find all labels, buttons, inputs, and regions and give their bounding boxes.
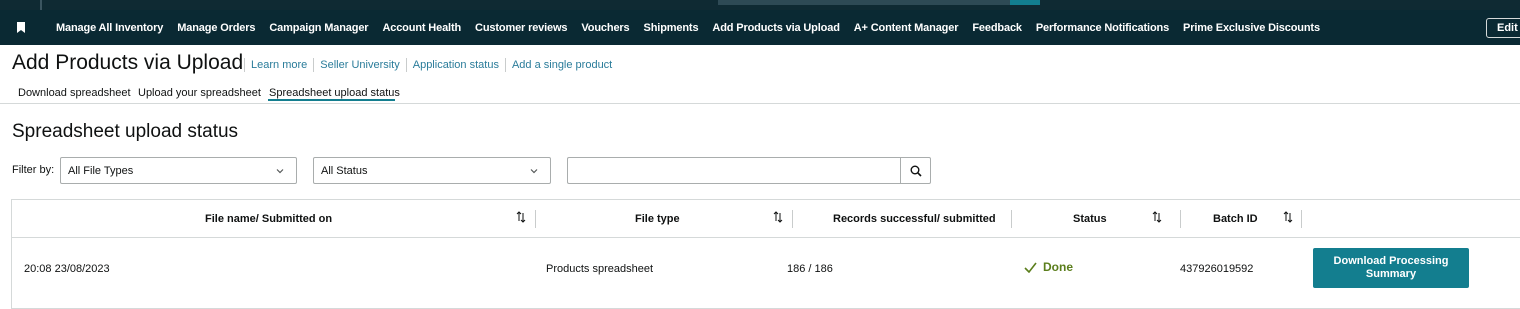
filter-label: Filter by: <box>12 164 55 176</box>
column-header-file-name: File name/ Submitted on <box>205 213 333 225</box>
upload-status-table: File name/ Submitted on File type Record… <box>11 199 1520 309</box>
column-separator <box>792 210 793 228</box>
nav-item-feedback[interactable]: Feedback <box>972 22 1022 34</box>
seller-university-link[interactable]: Seller University <box>314 59 405 71</box>
tab-upload-your-spreadsheet[interactable]: Upload your spreadsheet <box>138 87 261 99</box>
top-strip-bar <box>718 0 1010 5</box>
add-single-product-link[interactable]: Add a single product <box>506 59 618 71</box>
tab-download-spreadsheet[interactable]: Download spreadsheet <box>18 87 131 99</box>
checkmark-icon <box>1024 262 1037 273</box>
sort-arrows-icon[interactable] <box>773 211 783 223</box>
search-button[interactable] <box>900 157 931 184</box>
column-header-status: Status <box>1073 213 1107 225</box>
sort-arrows-icon[interactable] <box>1152 211 1162 223</box>
column-separator <box>1011 210 1012 228</box>
page-header-links: Learn more Seller University Application… <box>244 58 618 72</box>
status-selected-value: All Status <box>321 165 368 177</box>
column-separator <box>1301 210 1302 228</box>
nav-item-manage-all-inventory[interactable]: Manage All Inventory <box>56 22 163 34</box>
top-strip-divider <box>40 0 42 10</box>
nav-menu: Manage All Inventory Manage Orders Campa… <box>56 10 1334 45</box>
file-type-select[interactable]: All File Types <box>60 157 297 184</box>
upload-tabs: Download spreadsheet Upload your spreads… <box>0 79 1520 104</box>
learn-more-link[interactable]: Learn more <box>245 59 313 71</box>
nav-item-customer-reviews[interactable]: Customer reviews <box>475 22 568 34</box>
bookmark-icon[interactable] <box>17 22 25 33</box>
status-select[interactable]: All Status <box>313 157 551 184</box>
column-header-batch-id: Batch ID <box>1213 213 1258 225</box>
status-cell: Done <box>1024 260 1073 274</box>
nav-item-a-plus-content-manager[interactable]: A+ Content Manager <box>854 22 959 34</box>
submitted-on-cell: 20:08 23/08/2023 <box>24 263 110 275</box>
status-text: Done <box>1043 260 1073 274</box>
nav-item-manage-orders[interactable]: Manage Orders <box>177 22 255 34</box>
nav-item-account-health[interactable]: Account Health <box>382 22 461 34</box>
page-title: Add Products via Upload <box>12 51 244 74</box>
nav-item-performance-notifications[interactable]: Performance Notifications <box>1036 22 1169 34</box>
records-cell: 186 / 186 <box>787 263 833 275</box>
download-button-label-line2: Summary <box>1365 268 1417 280</box>
nav-item-campaign-manager[interactable]: Campaign Manager <box>269 22 368 34</box>
section-title: Spreadsheet upload status <box>12 121 239 142</box>
browser-top-strip <box>0 0 1520 10</box>
chevron-down-icon <box>276 169 284 174</box>
download-button-label-line1: Download Processing <box>1333 255 1449 267</box>
top-strip-accent <box>1010 0 1040 5</box>
batch-id-cell: 437926019592 <box>1180 263 1254 275</box>
search-input[interactable] <box>567 157 900 184</box>
column-header-records: Records successful/ submitted <box>833 213 996 225</box>
download-processing-summary-button[interactable]: Download Processing Summary <box>1313 248 1469 288</box>
file-type-selected-value: All File Types <box>68 165 134 177</box>
column-separator <box>535 210 536 228</box>
search-icon <box>910 165 922 177</box>
table-header: File name/ Submitted on File type Record… <box>12 200 1520 238</box>
column-separator <box>1180 210 1181 228</box>
file-type-cell: Products spreadsheet <box>546 263 654 275</box>
application-status-link[interactable]: Application status <box>407 59 505 71</box>
top-navigation-bar: Manage All Inventory Manage Orders Campa… <box>0 10 1520 45</box>
edit-nav-button[interactable]: Edit <box>1486 18 1520 38</box>
sort-arrows-icon[interactable] <box>1283 211 1293 223</box>
nav-item-prime-exclusive-discounts[interactable]: Prime Exclusive Discounts <box>1183 22 1320 34</box>
sort-arrows-icon[interactable] <box>516 211 526 223</box>
nav-item-add-products-via-upload[interactable]: Add Products via Upload <box>712 22 839 34</box>
nav-item-vouchers[interactable]: Vouchers <box>581 22 629 34</box>
active-tab-indicator <box>268 99 395 101</box>
chevron-down-icon <box>530 169 538 174</box>
nav-item-shipments[interactable]: Shipments <box>644 22 699 34</box>
column-header-file-type: File type <box>635 213 680 225</box>
